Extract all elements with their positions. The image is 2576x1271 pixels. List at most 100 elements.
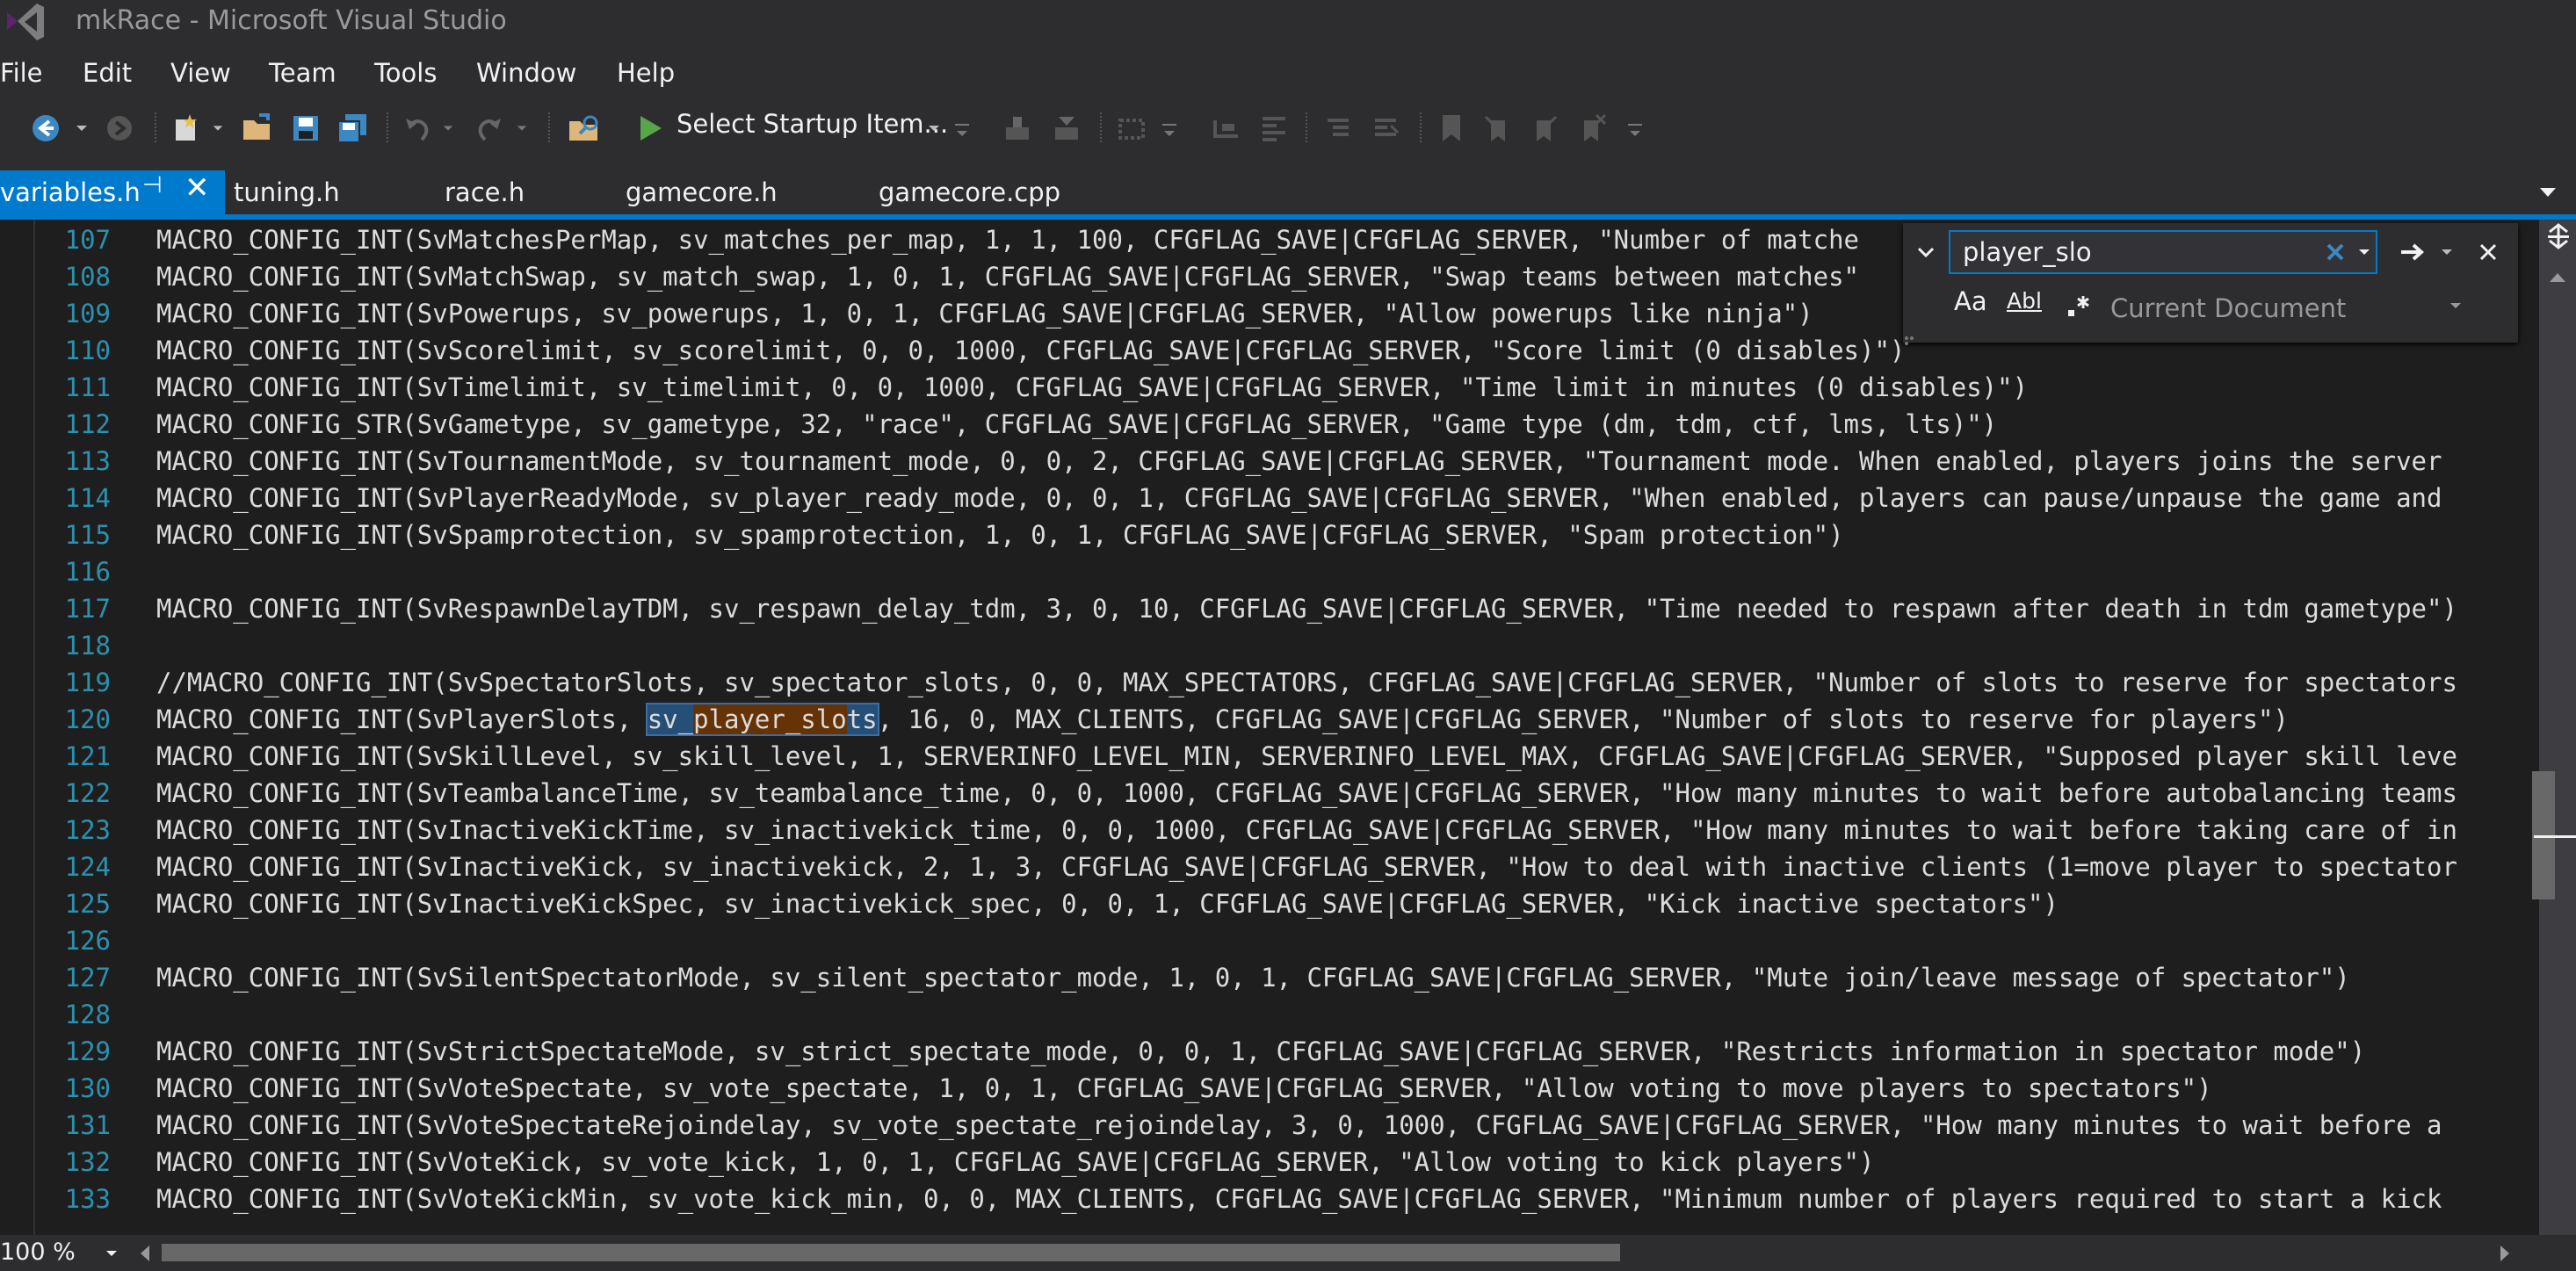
code-line[interactable]: 117 MACRO_CONFIG_INT(SvRespawnDelayTDM, s… (0, 590, 2522, 627)
redo-dropdown-icon[interactable] (513, 104, 531, 153)
new-project-icon[interactable] (165, 104, 207, 153)
menu-file[interactable]: File (0, 54, 43, 88)
forward-icon[interactable] (100, 104, 139, 153)
zoom-dropdown-icon[interactable] (98, 1239, 125, 1268)
menu-view[interactable]: View (170, 54, 231, 88)
redo-icon[interactable] (469, 104, 510, 153)
code-line[interactable]: 118 (0, 627, 2522, 664)
zoom-level-select[interactable]: 100 % (0, 1239, 76, 1266)
code-line[interactable]: 116 (0, 553, 2522, 590)
code-line[interactable]: 121 MACRO_CONFIG_INT(SvSkillLevel, sv_ski… (0, 738, 2522, 775)
toolbar-overflow-icon-3[interactable] (1622, 104, 1648, 153)
line-number: 112 (64, 409, 111, 439)
tab-tuning-h[interactable]: tuning.h (234, 170, 409, 214)
menu-help[interactable]: Help (617, 54, 675, 88)
code-line[interactable]: 130 MACRO_CONFIG_INT(SvVoteSpectate, sv_v… (0, 1070, 2522, 1107)
line-number: 119 (64, 668, 111, 697)
tab-list-dropdown-icon[interactable] (2530, 170, 2565, 214)
find-next-icon[interactable] (2395, 230, 2430, 274)
scroll-right-icon[interactable] (2492, 1239, 2518, 1268)
uncomment-icon[interactable] (1367, 104, 1406, 153)
line-text: MACRO_CONFIG_INT(SvRespawnDelayTDM, sv_r… (156, 594, 2457, 624)
toggle-replace-chevron-icon[interactable] (1910, 230, 1942, 274)
tab-gamecore-h[interactable]: gamecore.h (626, 170, 801, 214)
code-line[interactable]: 119 //MACRO_CONFIG_INT(SvSpectatorSlots, … (0, 664, 2522, 701)
code-line[interactable]: 132 MACRO_CONFIG_INT(SvVoteKick, sv_vote_… (0, 1144, 2522, 1181)
detach-icon[interactable] (1047, 104, 1086, 153)
line-text: MACRO_CONFIG_INT(SvInactiveKickTime, sv_… (156, 815, 2457, 845)
vertical-scrollbar[interactable] (2539, 220, 2576, 1235)
format-icon[interactable] (1255, 104, 1293, 153)
menu-window[interactable]: Window (476, 54, 576, 88)
attach-icon[interactable] (998, 104, 1037, 153)
start-icon[interactable] (631, 104, 669, 153)
find-options-dropdown-icon[interactable] (2435, 230, 2458, 274)
breakpoints-icon[interactable] (1112, 104, 1151, 153)
code-line[interactable]: 127 MACRO_CONFIG_INT(SvSilentSpectatorMod… (0, 959, 2522, 996)
close-icon[interactable]: ✕ (185, 170, 210, 206)
code-line[interactable]: 113 MACRO_CONFIG_INT(SvTournamentMode, sv… (0, 443, 2522, 480)
tab-gamecore-cpp[interactable]: gamecore.cpp (879, 170, 1081, 214)
bookmark-icon[interactable] (1432, 104, 1471, 153)
save-all-icon[interactable] (332, 104, 374, 153)
resize-grip-icon[interactable] (1903, 332, 1922, 345)
match-case-icon[interactable]: Aa (1954, 286, 1987, 316)
line-text: MACRO_CONFIG_INT(SvSpamprotection, sv_sp… (156, 520, 1844, 550)
tab-race-h[interactable]: race.h (445, 170, 585, 214)
new-dropdown-icon[interactable] (209, 104, 227, 153)
toolbar-overflow-icon[interactable] (949, 104, 975, 153)
clear-bookmarks-icon[interactable] (1573, 104, 1611, 153)
scope-dropdown-icon[interactable] (2444, 286, 2467, 325)
step-over-icon[interactable] (1207, 104, 1246, 153)
code-line-highlighted[interactable]: 120 MACRO_CONFIG_INT(SvPlayerSlots, sv_pl… (0, 701, 2522, 738)
find-query: player_slo (1963, 237, 2092, 267)
match-whole-word-icon[interactable]: Abl (2007, 288, 2042, 314)
code-line[interactable]: 122 MACRO_CONFIG_INT(SvTeambalanceTime, s… (0, 775, 2522, 812)
next-bookmark-icon[interactable] (1525, 104, 1564, 153)
scroll-up-icon[interactable] (2548, 271, 2567, 287)
search-history-dropdown-icon[interactable] (2353, 230, 2376, 274)
code-line[interactable]: 126 (0, 922, 2522, 959)
code-line[interactable]: 128 (0, 996, 2522, 1033)
back-icon[interactable] (25, 104, 67, 153)
window-title: mkRace - Microsoft Visual Studio (76, 5, 507, 36)
code-line[interactable]: 133 MACRO_CONFIG_INT(SvVoteKickMin, sv_vo… (0, 1181, 2522, 1217)
search-match-highlight[interactable]: sv_player_slots (645, 703, 879, 736)
toolbar-overflow-icon-2[interactable] (1156, 104, 1183, 153)
undo-dropdown-icon[interactable] (439, 104, 457, 153)
code-line[interactable]: 114 MACRO_CONFIG_INT(SvPlayerReadyMode, s… (0, 480, 2522, 516)
line-number: 124 (64, 852, 111, 882)
code-line[interactable]: 123 MACRO_CONFIG_INT(SvInactiveKickTime, … (0, 812, 2522, 849)
previous-bookmark-icon[interactable] (1478, 104, 1516, 153)
code-line[interactable]: 115 MACRO_CONFIG_INT(SvSpamprotection, sv… (0, 516, 2522, 553)
line-number: 108 (64, 262, 111, 292)
clear-search-icon[interactable] (2319, 230, 2351, 274)
pin-icon[interactable]: ⊣ (142, 172, 163, 199)
line-text: MACRO_CONFIG_INT(SvPlayerReadyMode, sv_p… (156, 483, 2442, 513)
use-regex-icon[interactable] (2059, 286, 2098, 325)
menu-tools[interactable]: Tools (374, 54, 437, 88)
comment-icon[interactable] (1320, 104, 1358, 153)
horizontal-scrollbar-thumb[interactable] (162, 1244, 1620, 1261)
find-in-files-icon[interactable] (562, 104, 608, 153)
scroll-left-icon[interactable] (132, 1239, 158, 1268)
menu-edit[interactable]: Edit (83, 54, 132, 88)
line-number: 107 (64, 225, 111, 255)
code-line[interactable]: 124 MACRO_CONFIG_INT(SvInactiveKick, sv_i… (0, 849, 2522, 885)
search-scope-select[interactable]: Current Document (2110, 293, 2346, 323)
code-line[interactable]: 111 MACRO_CONFIG_INT(SvTimelimit, sv_time… (0, 369, 2522, 406)
close-find-icon[interactable] (2471, 230, 2506, 274)
tab-variables-h[interactable]: variables.h ⊣ ✕ (0, 170, 225, 214)
code-line[interactable]: 125 MACRO_CONFIG_INT(SvInactiveKickSpec, … (0, 885, 2522, 922)
code-line[interactable]: 112 MACRO_CONFIG_STR(SvGametype, sv_gamet… (0, 406, 2522, 443)
menu-team[interactable]: Team (269, 54, 336, 88)
code-line[interactable]: 131 MACRO_CONFIG_INT(SvVoteSpectateRejoin… (0, 1107, 2522, 1144)
split-editor-icon[interactable] (2546, 223, 2571, 253)
toolbar-separator (1420, 112, 1422, 144)
save-icon[interactable] (286, 104, 325, 153)
undo-icon[interactable] (397, 104, 438, 153)
code-line[interactable]: 129 MACRO_CONFIG_INT(SvStrictSpectateMode… (0, 1033, 2522, 1070)
open-folder-icon[interactable] (237, 104, 279, 153)
back-dropdown-icon[interactable] (70, 104, 93, 153)
select-startup-item-button[interactable]: Select Startup Item... (677, 109, 948, 139)
